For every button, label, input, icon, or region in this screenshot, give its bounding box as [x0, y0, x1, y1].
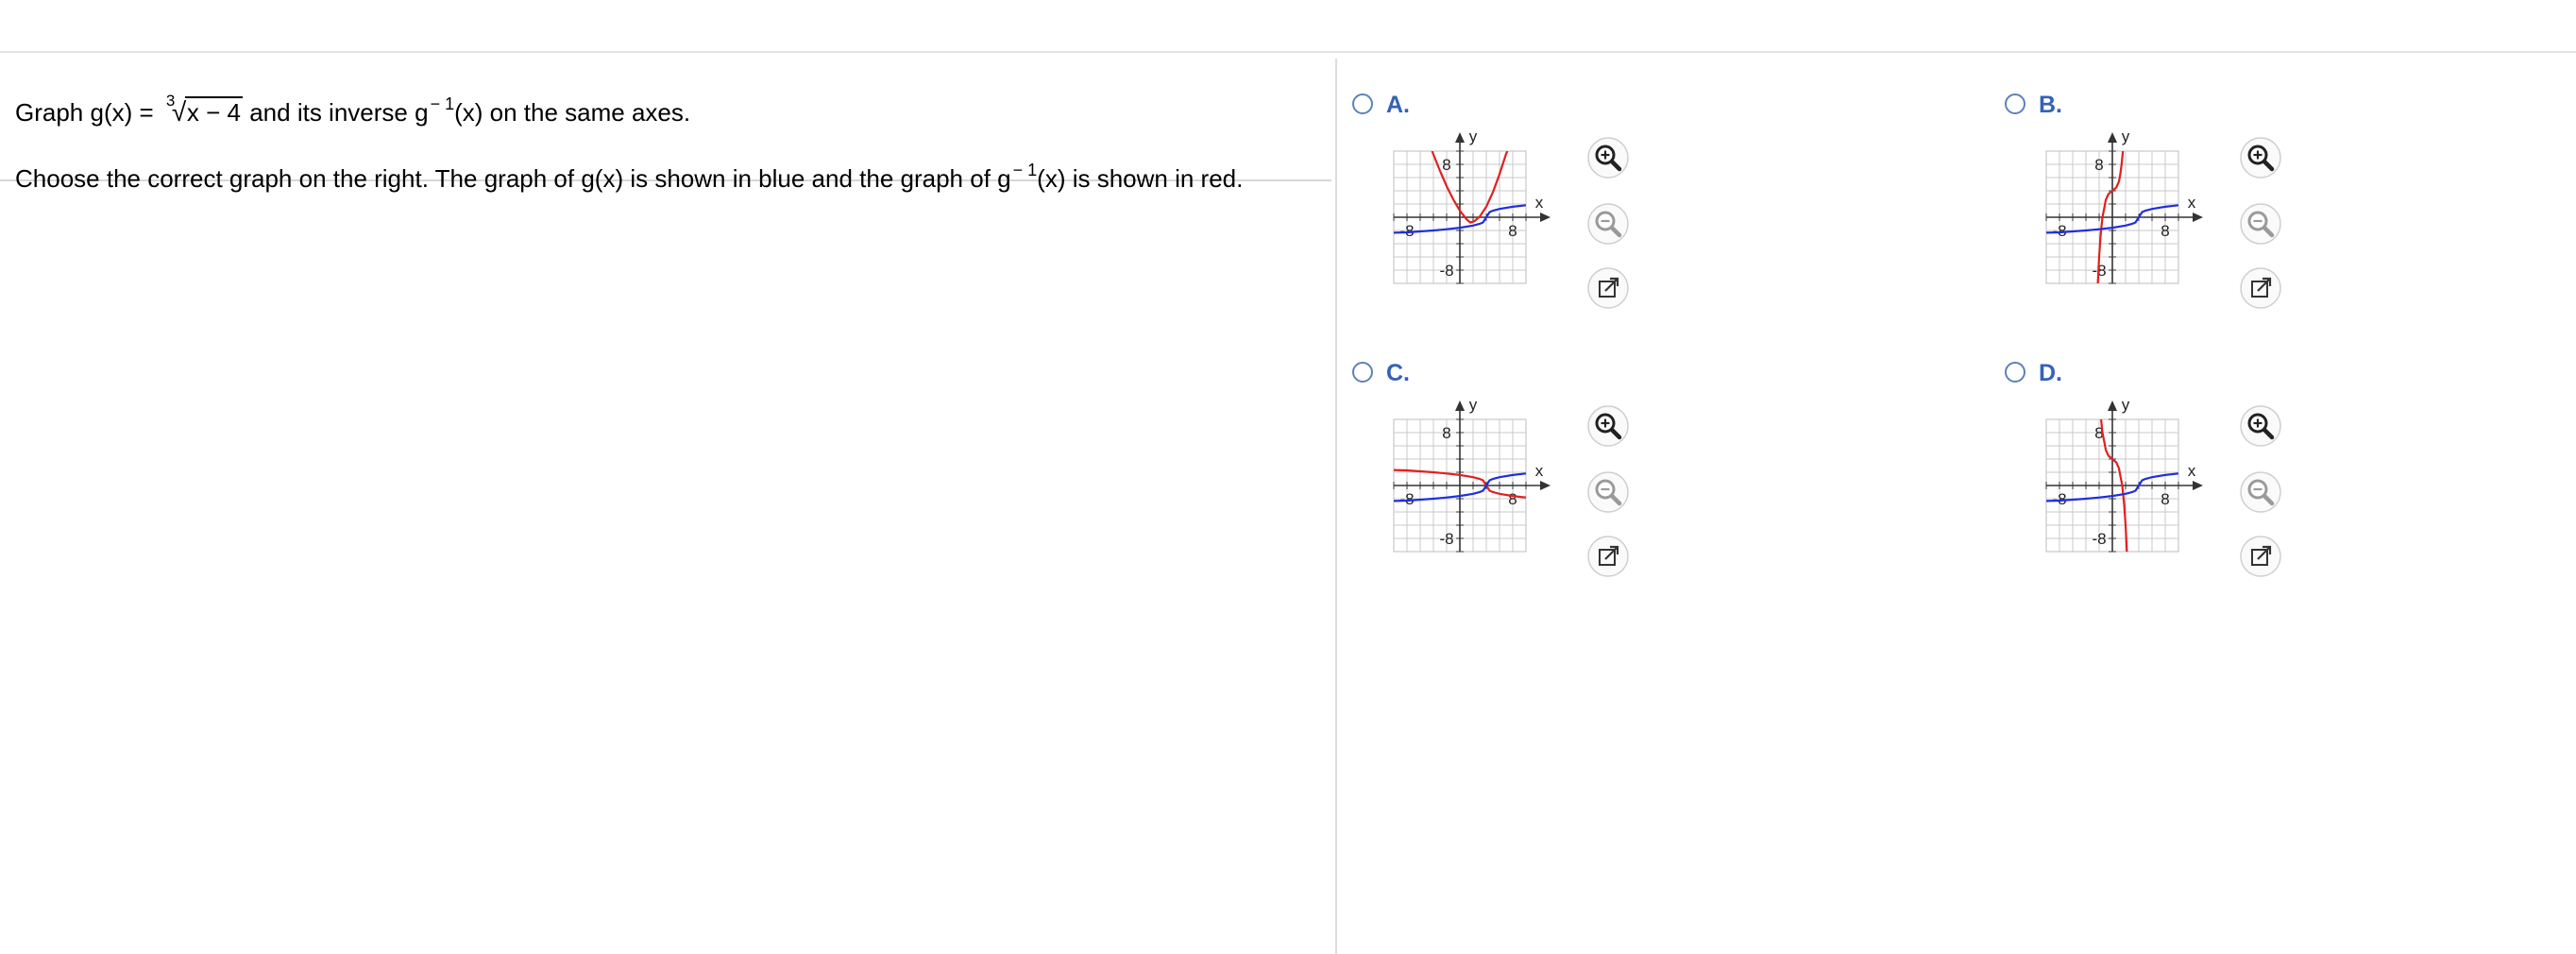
y-min-tick-label: -8	[2092, 530, 2106, 548]
radicand: x − 4	[184, 96, 243, 127]
y-axis-label: y	[2122, 398, 2130, 414]
y-axis-arrow-icon	[1455, 400, 1465, 411]
option-b-graph: xy-8 88-8	[2045, 129, 2203, 284]
zoom-in-button[interactable]	[1585, 135, 1631, 180]
magnifier-plus-icon	[1587, 137, 1629, 179]
magnifier-plus-icon	[1587, 405, 1629, 447]
y-axis-arrow-icon	[1455, 132, 1465, 143]
x-axis-arrow-icon	[2193, 213, 2203, 222]
y-axis-arrow-icon	[2108, 132, 2117, 143]
zoom-out-button[interactable]	[2238, 469, 2283, 515]
answer-option-b[interactable]: B. x y -8 8 8 -8	[2005, 92, 2576, 356]
question-prompt: Graph g(x) = 3 √ x − 4 and its inverse g − …	[15, 92, 691, 129]
x-axis-arrow-icon	[1540, 213, 1551, 222]
popout-button[interactable]	[2238, 265, 2283, 311]
prompt-text: (x) on the same axes.	[454, 98, 691, 127]
x-axis-label: x	[2188, 194, 2196, 212]
x-min-tick-label: -8	[1399, 490, 1414, 508]
inverse-superscript: − 1	[430, 94, 455, 113]
inverse-superscript: − 1	[1012, 161, 1038, 179]
y-max-tick-label: 8	[1442, 156, 1450, 174]
external-link-icon	[2240, 267, 2281, 309]
answer-option-a[interactable]: A. x y -8 8 8 -8	[1352, 92, 1994, 356]
external-link-icon	[1587, 536, 1629, 577]
magnifier-minus-icon	[1587, 203, 1629, 245]
radio-circle-icon[interactable]	[2005, 362, 2025, 383]
y-min-tick-label: -8	[1439, 262, 1453, 280]
radio-circle-icon[interactable]	[1352, 362, 1373, 383]
external-link-icon	[1587, 267, 1629, 309]
magnifier-minus-icon	[2240, 203, 2281, 245]
prompt-text: and its inverse g	[243, 98, 429, 127]
popout-button[interactable]	[2238, 534, 2283, 579]
answer-option-c[interactable]: C. x y -8 8 8 -8	[1352, 360, 1994, 624]
x-axis-label: x	[2188, 462, 2196, 480]
y-axis-label: y	[1469, 398, 1478, 414]
y-axis-label: y	[1469, 129, 1478, 145]
y-axis-label: y	[2122, 129, 2130, 145]
cube-root-expression: 3 √ x − 4	[166, 92, 243, 127]
zoom-in-button[interactable]	[2238, 135, 2283, 180]
y-max-tick-label: 8	[2094, 156, 2103, 174]
popout-button[interactable]	[1585, 534, 1631, 579]
magnifier-plus-icon	[2240, 137, 2281, 179]
x-min-tick-label: -8	[2052, 222, 2066, 240]
x-axis-label: x	[1535, 194, 1544, 212]
x-axis-arrow-icon	[2193, 481, 2203, 490]
option-letter[interactable]: A.	[1386, 92, 1410, 118]
magnifier-minus-icon	[2240, 471, 2281, 513]
option-letter[interactable]: B.	[2039, 92, 2062, 118]
zoom-out-button[interactable]	[1585, 201, 1631, 247]
option-d-graph: xy-8 88-8	[2045, 398, 2203, 553]
question-instruction: Choose the correct graph on the right. T…	[15, 161, 1244, 196]
answer-option-d[interactable]: D. x y -8 8 8 -8	[2005, 360, 2576, 624]
zoom-out-button[interactable]	[2238, 201, 2283, 247]
x-max-tick-label: 8	[2161, 222, 2169, 240]
zoom-in-button[interactable]	[1585, 403, 1631, 449]
y-min-tick-label: -8	[1439, 530, 1453, 548]
option-c-graph: x y -8 8 8 -8	[1393, 398, 1551, 553]
x-min-tick-label: -8	[1399, 222, 1414, 240]
y-max-tick-label: 8	[1442, 424, 1450, 442]
magnifier-plus-icon	[2240, 405, 2281, 447]
x-max-tick-label: 8	[1508, 222, 1517, 240]
external-link-icon	[2240, 536, 2281, 577]
zoom-in-button[interactable]	[2238, 403, 2283, 449]
x-axis-arrow-icon	[1540, 481, 1551, 490]
radical-sign-icon: √	[171, 97, 187, 127]
x-max-tick-label: 8	[2161, 490, 2169, 508]
magnifier-minus-icon	[1587, 471, 1629, 513]
x-max-tick-label: 8	[1508, 490, 1517, 508]
popout-button[interactable]	[1585, 265, 1631, 311]
option-letter[interactable]: C.	[1386, 360, 1410, 386]
radio-circle-icon[interactable]	[1352, 94, 1373, 114]
option-letter[interactable]: D.	[2039, 360, 2062, 386]
instruction-text: (x) is shown in red.	[1037, 164, 1244, 193]
zoom-out-button[interactable]	[1585, 469, 1631, 515]
prompt-text: Graph g(x) =	[15, 98, 161, 127]
option-a-graph: x y -8 8 8 -8	[1393, 129, 1551, 284]
x-axis-label: x	[1535, 462, 1544, 480]
question-panel: Graph g(x) = 3 √ x − 4 and its inverse g − …	[0, 53, 1335, 954]
instruction-text: Choose the correct graph on the right. T…	[15, 164, 1011, 193]
panel-divider	[1335, 59, 1337, 954]
radio-circle-icon[interactable]	[2005, 94, 2025, 114]
x-min-tick-label: -8	[2052, 490, 2066, 508]
y-axis-arrow-icon	[2108, 400, 2117, 411]
